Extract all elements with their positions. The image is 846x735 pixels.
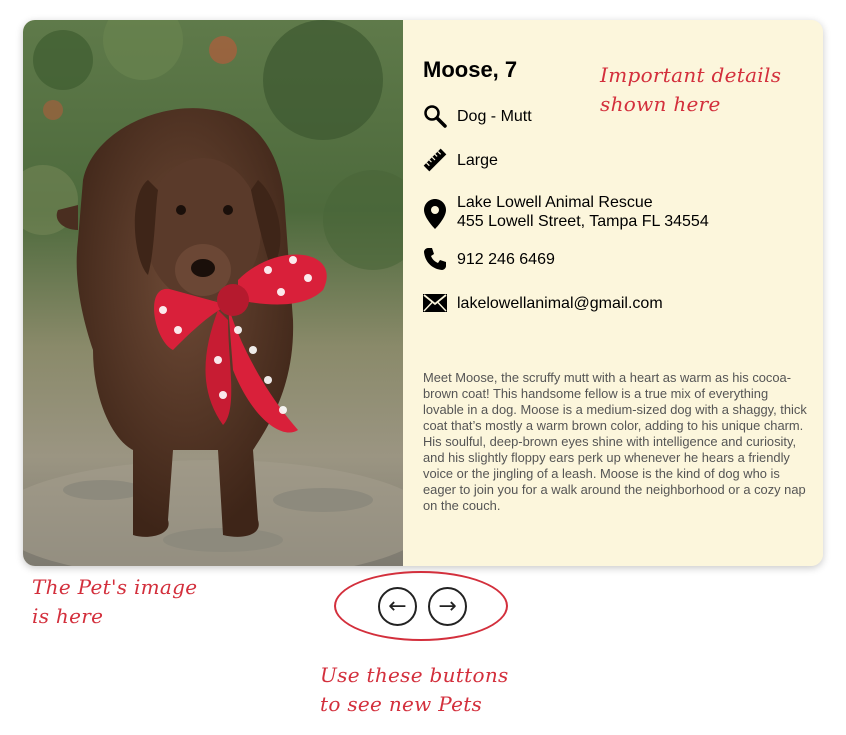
breed-text: Dog - Mutt xyxy=(457,107,532,125)
size-text: Large xyxy=(457,151,498,169)
size-row: Large xyxy=(423,147,498,173)
envelope-icon xyxy=(423,290,447,316)
annotation-details: Important details shown here xyxy=(600,61,781,119)
phone-row: 912 246 6469 xyxy=(423,246,555,272)
annotation-image-line2: is here xyxy=(32,604,104,628)
annotation-image: The Pet's image is here xyxy=(32,573,197,631)
search-icon xyxy=(423,103,447,129)
pet-photo xyxy=(23,20,403,566)
phone-number: 912 246 6469 xyxy=(457,250,555,268)
email-address[interactable]: lakelowellanimal@gmail.com xyxy=(457,294,663,313)
pet-description: Meet Moose, the scruffy mutt with a hear… xyxy=(423,369,807,513)
ruler-icon xyxy=(423,147,447,173)
previous-pet-button[interactable]: ← xyxy=(378,587,417,626)
next-pet-button[interactable]: → xyxy=(428,587,467,626)
annotation-details-line2: shown here xyxy=(600,92,721,116)
annotation-image-line1: The Pet's image xyxy=(32,575,198,599)
location-row: Lake Lowell Animal Rescue 455 Lowell Str… xyxy=(423,193,709,231)
annotation-buttons-line2: to see new Pets xyxy=(320,692,483,716)
email-row: lakelowellanimal@gmail.com xyxy=(423,290,663,316)
map-pin-icon xyxy=(423,198,447,230)
breed-row: Dog - Mutt xyxy=(423,103,532,129)
annotation-details-line1: Important details xyxy=(600,63,782,87)
shelter-name: Lake Lowell Animal Rescue xyxy=(457,194,653,211)
annotation-buttons: Use these buttons to see new Pets xyxy=(320,661,509,719)
pet-name: Moose, 7 xyxy=(423,57,518,82)
shelter-address: 455 Lowell Street, Tampa FL 34554 xyxy=(457,213,709,230)
nav-highlight-ellipse xyxy=(334,571,508,641)
annotation-buttons-line1: Use these buttons xyxy=(320,663,509,687)
phone-icon xyxy=(423,246,447,272)
